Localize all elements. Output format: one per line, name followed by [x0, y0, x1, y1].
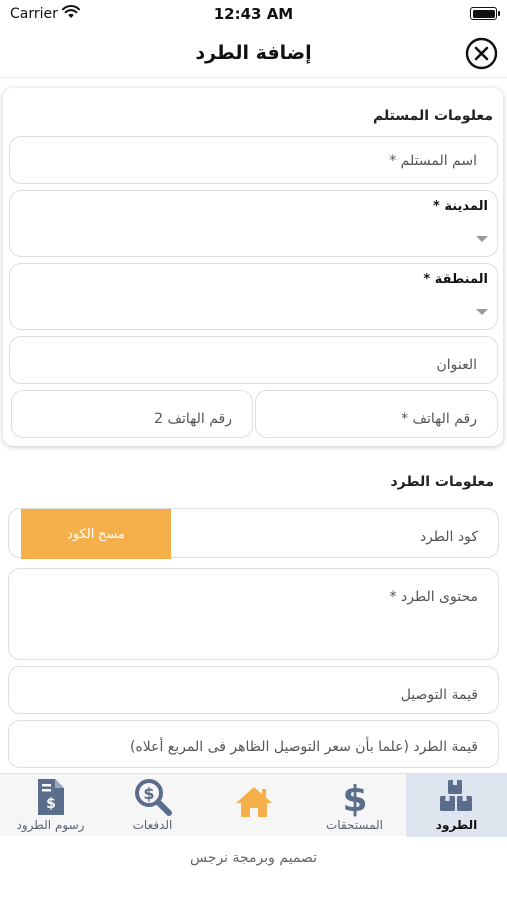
address-placeholder: العنوان [436, 357, 477, 373]
phone-placeholder: رقم الهاتف * [401, 411, 477, 427]
tab-home[interactable] [203, 774, 304, 837]
tab-bar: الطرود $ المستحقات $ الدفعات $ رسوم الطر… [0, 773, 507, 837]
recipient-section-title: معلومات المستلم [372, 108, 493, 124]
close-icon[interactable] [465, 37, 498, 70]
recipient-name-placeholder: اسم المستلم * [389, 153, 477, 169]
tab-parcels[interactable]: الطرود [406, 774, 507, 837]
tab-dues-label: المستحقات [325, 818, 384, 832]
delivery-price-field[interactable]: قيمة التوصيل [8, 666, 499, 714]
navigation-bar: إضافة الطرد [0, 30, 507, 78]
home-icon [235, 787, 272, 817]
phone2-field[interactable]: رقم الهاتف 2 [11, 390, 253, 438]
parcel-code-field[interactable]: مسح الكود كود الطرد [8, 508, 499, 559]
parcel-value-field[interactable]: قيمة الطرد (علما بأن سعر التوصيل الظاهر … [8, 720, 499, 768]
svg-text:$: $ [46, 796, 56, 812]
footer-credit: تصميم وبرمجة نرجس [189, 850, 318, 866]
region-select[interactable]: المنطقة * [9, 263, 498, 330]
invoice-icon: $ [37, 779, 64, 815]
tab-dues[interactable]: $ المستحقات [304, 774, 405, 837]
parcel-code-placeholder: كود الطرد [419, 529, 478, 545]
scan-code-button[interactable]: مسح الكود [21, 509, 171, 559]
delivery-price-placeholder: قيمة التوصيل [400, 687, 478, 703]
dollar-icon: $ [342, 779, 367, 817]
tab-parcel-fees[interactable]: $ رسوم الطرود [0, 774, 101, 837]
parcel-section-title: معلومات الطرد [390, 474, 494, 490]
page-title: إضافة الطرد [195, 42, 312, 64]
recipient-card: معلومات المستلم اسم المستلم * المدينة * … [3, 88, 503, 446]
region-label: المنطقة * [423, 272, 488, 287]
tab-parcels-label: الطرود [435, 818, 478, 832]
city-select[interactable]: المدينة * [9, 190, 498, 257]
parcel-value-placeholder: قيمة الطرد (علما بأن سعر التوصيل الظاهر … [129, 739, 478, 755]
tab-payments-label: الدفعات [132, 818, 173, 832]
clock: 12:43 AM [213, 5, 294, 23]
search-dollar-icon: $ [134, 779, 172, 816]
svg-text:$: $ [143, 784, 154, 803]
chevron-down-icon [476, 236, 488, 242]
status-bar: Carrier 12:43 AM [0, 0, 507, 30]
address-field[interactable]: العنوان [9, 336, 498, 384]
svg-text:$: $ [342, 779, 367, 817]
phone2-placeholder: رقم الهاتف 2 [154, 411, 232, 427]
city-label: المدينة * [433, 199, 488, 214]
recipient-name-field[interactable]: اسم المستلم * [9, 136, 498, 184]
chevron-down-icon [476, 309, 488, 315]
phone-field[interactable]: رقم الهاتف * [255, 390, 498, 438]
tab-payments[interactable]: $ الدفعات [102, 774, 203, 837]
tab-parcel-fees-label: رسوم الطرود [16, 818, 85, 832]
battery-icon [470, 7, 500, 20]
parcel-content-placeholder: محتوى الطرد * [389, 589, 478, 605]
parcel-content-field[interactable]: محتوى الطرد * [8, 568, 499, 660]
boxes-icon [439, 780, 472, 811]
